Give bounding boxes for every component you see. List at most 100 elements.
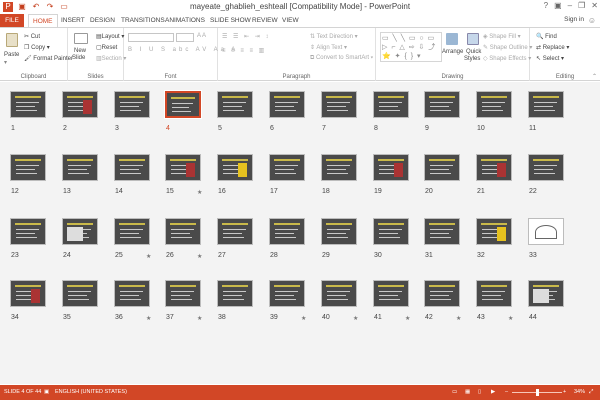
zoom-out-icon[interactable]: – [505, 389, 508, 395]
slide-thumbnail[interactable] [269, 91, 305, 118]
zoom-level[interactable]: 34% [574, 389, 585, 395]
slide-thumbnail[interactable] [528, 91, 564, 118]
slide-thumbnail[interactable] [321, 280, 357, 307]
slide-thumbnail[interactable] [217, 91, 253, 118]
slide-thumbnail[interactable] [114, 218, 150, 245]
slide-thumbnail[interactable] [476, 218, 512, 245]
paste-button[interactable]: Paste [4, 52, 19, 58]
paste-dropdown-icon[interactable]: ▾ [4, 59, 7, 66]
slide-thumbnail[interactable] [321, 91, 357, 118]
slide-thumbnail[interactable] [373, 280, 409, 307]
slide-sorter-view-icon[interactable]: ▦ [465, 389, 470, 395]
account-icon[interactable]: ☺ [588, 16, 596, 25]
zoom-in-icon[interactable]: + [563, 389, 566, 395]
collapse-ribbon-icon[interactable]: ⌃ [592, 73, 597, 80]
shape-effects-button[interactable]: ◇ Shape Effects ▾ [483, 55, 531, 62]
slide-thumbnail[interactable] [114, 154, 150, 181]
normal-view-icon[interactable]: ▭ [452, 389, 457, 395]
slide-thumbnail[interactable] [62, 91, 98, 118]
slide-thumbnail[interactable] [424, 280, 460, 307]
slide-thumbnail[interactable] [164, 90, 202, 119]
slide-thumbnail[interactable] [373, 91, 409, 118]
slide-thumbnail[interactable] [217, 280, 253, 307]
slide-thumbnail[interactable] [114, 280, 150, 307]
slide-thumbnail[interactable] [476, 91, 512, 118]
replace-button[interactable]: ⇄ Replace ▾ [536, 44, 569, 51]
section-button[interactable]: ▥Section ▾ [96, 55, 126, 62]
slide-thumbnail[interactable] [165, 154, 201, 181]
shape-outline-button[interactable]: ✎ Shape Outline ▾ [483, 44, 532, 51]
slideshow-view-icon[interactable]: ▶ [491, 389, 495, 395]
slide-thumbnail[interactable] [476, 280, 512, 307]
zoom-slider-knob[interactable] [536, 389, 539, 396]
slide-thumbnail[interactable] [528, 280, 564, 307]
slide-thumbnail[interactable] [373, 154, 409, 181]
text-direction-button[interactable]: ⇅ Text Direction ▾ [310, 33, 358, 40]
new-slide-label-2[interactable]: Slide [72, 55, 85, 61]
slide-thumbnail[interactable] [424, 91, 460, 118]
slide-thumbnail[interactable] [321, 154, 357, 181]
shape-fill-button[interactable]: ◈ Shape Fill ▾ [483, 33, 521, 40]
slide-thumbnail[interactable] [217, 154, 253, 181]
paste-icon[interactable] [6, 33, 18, 47]
minimize-icon[interactable]: – [568, 1, 572, 10]
slide-thumbnail[interactable] [269, 154, 305, 181]
language-indicator[interactable]: ENGLISH (UNITED STATES) [55, 389, 127, 395]
quick-styles-icon[interactable] [467, 33, 479, 45]
tab-animations[interactable]: ANIMATIONS [161, 14, 209, 27]
tab-insert[interactable]: INSERT [57, 14, 89, 27]
new-slide-label[interactable]: New [74, 48, 86, 54]
copy-button[interactable]: ❐ Copy ▾ [24, 44, 50, 51]
font-size-combo[interactable] [176, 33, 194, 42]
shapes-gallery[interactable]: ▭ ╲ ╲ ▭ ○ ▭ ▷ ⌐ △ ⇨ ⇩ ⤴ ⭐ ✦ { } ▾ [380, 32, 442, 62]
slide-thumbnail[interactable] [10, 91, 46, 118]
restore-icon[interactable]: ❐ [578, 1, 585, 10]
tab-home[interactable]: HOME [28, 14, 58, 27]
select-button[interactable]: ↖ Select ▾ [536, 55, 564, 62]
slide-thumbnail[interactable] [10, 280, 46, 307]
slide-thumbnail[interactable] [528, 218, 564, 245]
slide-thumbnail[interactable] [165, 280, 201, 307]
slide-thumbnail[interactable] [217, 218, 253, 245]
arrange-button[interactable]: Arrange [442, 49, 463, 55]
slide-thumbnail[interactable] [62, 280, 98, 307]
sign-in-link[interactable]: Sign in [564, 16, 584, 23]
slide-thumbnail[interactable] [10, 154, 46, 181]
reset-button[interactable]: ▢Reset [96, 44, 117, 51]
tab-view[interactable]: VIEW [278, 14, 303, 27]
cut-button[interactable]: ✂ Cut [24, 33, 40, 40]
slide-thumbnail[interactable] [476, 154, 512, 181]
font-grow-shrink-icons[interactable]: A A [197, 33, 206, 39]
slide-thumbnail[interactable] [10, 218, 46, 245]
layout-button[interactable]: ▤Layout ▾ [96, 33, 124, 40]
zoom-slider[interactable] [512, 389, 562, 396]
fit-to-window-icon[interactable]: ⤢ [589, 389, 593, 396]
convert-smartart-button[interactable]: ⧉ Convert to SmartArt ▾ [310, 55, 373, 62]
tab-review[interactable]: REVIEW [248, 14, 282, 27]
new-slide-icon[interactable] [74, 33, 88, 44]
slide-thumbnail[interactable] [114, 91, 150, 118]
slide-thumbnail[interactable] [269, 218, 305, 245]
quick-styles-label-2[interactable]: Styles [464, 56, 480, 62]
list-buttons[interactable]: ☰ ☰ ⇤ ⇥ ↕ [222, 33, 270, 40]
ribbon-display-icon[interactable]: ▣ [554, 1, 562, 10]
close-icon[interactable]: ✕ [591, 1, 598, 10]
spelling-icon[interactable]: ▣ [44, 389, 49, 395]
find-button[interactable]: 🔍 Find [536, 33, 557, 40]
slide-thumbnail[interactable] [62, 218, 98, 245]
align-text-button[interactable]: ⇕ Align Text ▾ [310, 44, 347, 51]
slide-thumbnail[interactable] [62, 154, 98, 181]
slide-thumbnail[interactable] [424, 218, 460, 245]
slide-thumbnail[interactable] [528, 154, 564, 181]
slide-thumbnail[interactable] [321, 218, 357, 245]
slide-thumbnail[interactable] [424, 154, 460, 181]
slide-thumbnail[interactable] [269, 280, 305, 307]
tab-file[interactable]: FILE [0, 14, 24, 27]
format-painter-button[interactable]: 🖌 Format Painter [24, 55, 73, 62]
font-name-combo[interactable] [128, 33, 174, 42]
help-icon[interactable]: ? [544, 1, 548, 10]
quick-styles-label[interactable]: Quick [466, 49, 481, 55]
slide-thumbnail[interactable] [165, 218, 201, 245]
slide-thumbnail[interactable] [373, 218, 409, 245]
arrange-icon[interactable] [446, 33, 458, 45]
